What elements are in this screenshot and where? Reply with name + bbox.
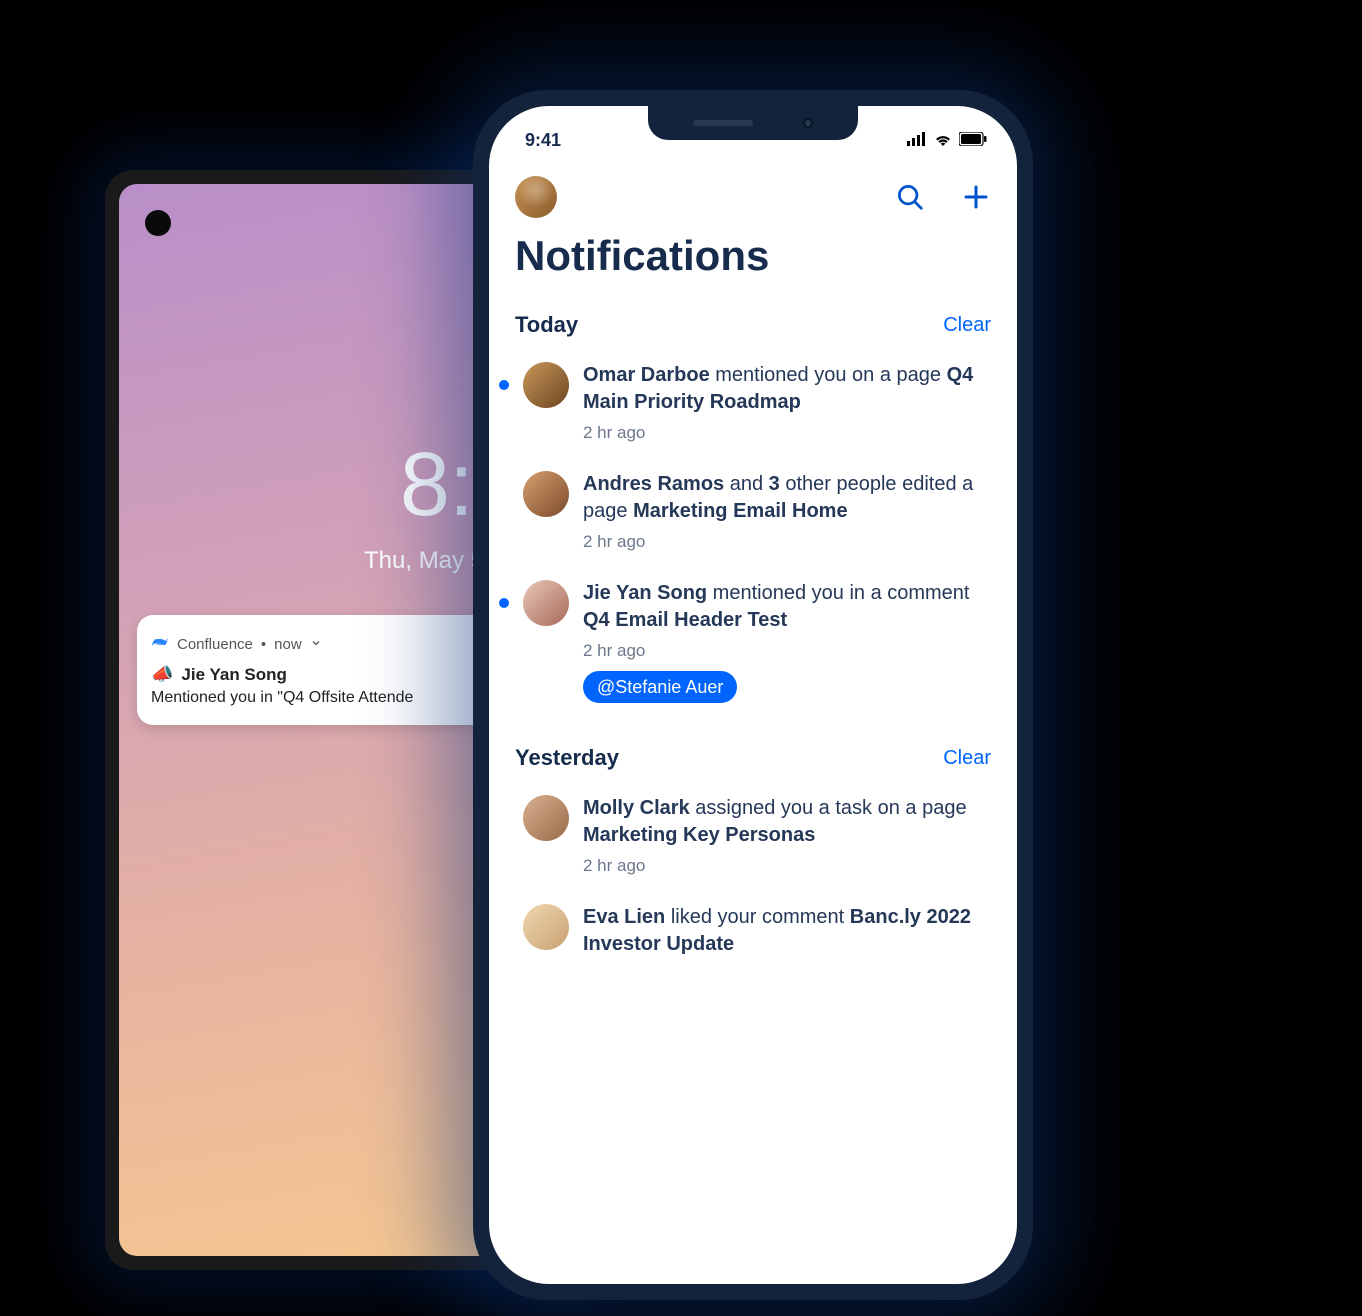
- notification-item[interactable]: Jie Yan Song mentioned you in a comment …: [489, 568, 1017, 717]
- android-notif-app: Confluence: [177, 636, 253, 653]
- profile-avatar[interactable]: [515, 176, 557, 218]
- chevron-down-icon[interactable]: [310, 636, 322, 653]
- android-camera-hole: [145, 210, 171, 236]
- avatar: [523, 795, 569, 841]
- notification-body: Molly Clark assigned you a task on a pag…: [583, 795, 993, 878]
- avatar: [523, 580, 569, 626]
- section-header-today: Today Clear: [489, 302, 1017, 350]
- wifi-icon: [933, 130, 953, 151]
- notification-time: 2 hr ago: [583, 640, 993, 663]
- notification-body: Eva Lien liked your comment Banc.ly 2022…: [583, 904, 993, 958]
- notification-time: 2 hr ago: [583, 855, 993, 878]
- search-icon[interactable]: [895, 182, 925, 212]
- notification-time: 2 hr ago: [583, 422, 993, 445]
- notification-time: 2 hr ago: [583, 531, 993, 554]
- android-notif-time: now: [274, 636, 302, 653]
- megaphone-icon: 📣: [151, 664, 173, 685]
- signal-icon: [907, 130, 927, 151]
- iphone-frame: 9:41: [473, 90, 1033, 1300]
- unread-dot: [499, 380, 509, 390]
- clear-today-button[interactable]: Clear: [943, 314, 991, 337]
- android-date: Thu, May 5: [364, 547, 484, 575]
- section-title-today: Today: [515, 312, 578, 338]
- notification-item[interactable]: Eva Lien liked your comment Banc.ly 2022…: [489, 892, 1017, 972]
- notification-body: Jie Yan Song mentioned you in a comment …: [583, 580, 993, 703]
- plus-icon[interactable]: [961, 182, 991, 212]
- avatar: [523, 362, 569, 408]
- notification-item[interactable]: Andres Ramos and 3 other people edited a…: [489, 459, 1017, 568]
- section-header-yesterday: Yesterday Clear: [489, 735, 1017, 783]
- app-header: [489, 156, 1017, 226]
- notification-body: Omar Darboe mentioned you on a page Q4 M…: [583, 362, 993, 445]
- avatar: [523, 904, 569, 950]
- status-time: 9:41: [525, 130, 561, 151]
- mention-pill[interactable]: @Stefanie Auer: [583, 671, 737, 703]
- unread-dot: [499, 598, 509, 608]
- page-title: Notifications: [489, 226, 1017, 302]
- android-notif-sender: Jie Yan Song: [181, 665, 287, 685]
- notification-body: Andres Ramos and 3 other people edited a…: [583, 471, 993, 554]
- notification-item[interactable]: Molly Clark assigned you a task on a pag…: [489, 783, 1017, 892]
- clear-yesterday-button[interactable]: Clear: [943, 747, 991, 770]
- notification-item[interactable]: Omar Darboe mentioned you on a page Q4 M…: [489, 350, 1017, 459]
- battery-icon: [959, 130, 987, 151]
- iphone-screen: 9:41: [489, 106, 1017, 1284]
- avatar: [523, 471, 569, 517]
- section-title-yesterday: Yesterday: [515, 745, 619, 771]
- confluence-icon: [151, 633, 169, 656]
- iphone-notch: [648, 106, 858, 140]
